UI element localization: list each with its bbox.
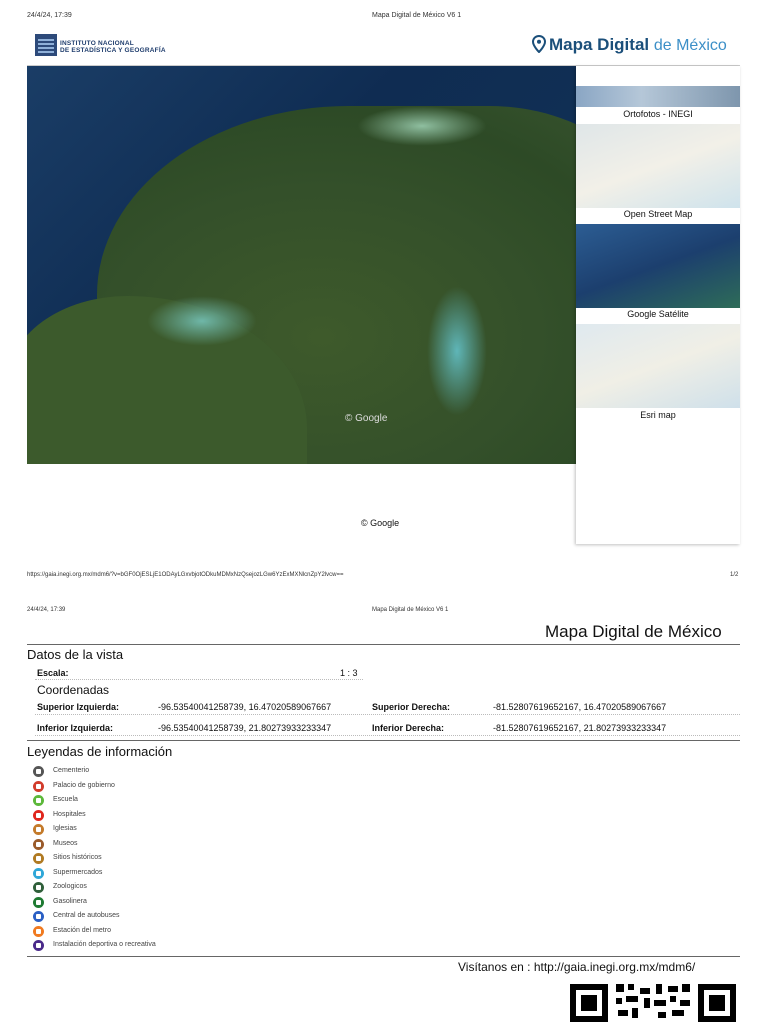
legend-label: Estación del metro xyxy=(53,926,111,934)
museum-icon xyxy=(33,838,44,850)
school-icon xyxy=(33,795,44,806)
inegi-name: INSTITUTO NACIONAL DE ESTADÍSTICA Y GEOG… xyxy=(60,40,166,54)
top-left-value: -96.53540041258739, 16.47020589067667 xyxy=(158,702,332,712)
layer-label-google-satellite[interactable]: Google Satélite xyxy=(576,309,740,319)
legend-label: Escuela xyxy=(53,796,78,803)
metro-station-icon xyxy=(33,925,44,937)
bottom-right-value: -81.52807619652167, 21.80273933233347 xyxy=(493,723,667,733)
visit-text: Visítanos en : http://gaia.inegi.org.mx/… xyxy=(458,960,696,974)
layer-thumb-ortofotos[interactable] xyxy=(576,86,740,107)
legend-heading: Leyendas de información xyxy=(27,744,173,759)
legend-label: Palacio de gobierno xyxy=(53,781,115,789)
layer-thumb-osm[interactable] xyxy=(576,124,740,208)
page-title: Mapa Digital de México xyxy=(545,622,722,641)
print-doc-title: Mapa Digital de México V6 1 xyxy=(372,12,462,19)
sports-facility-icon xyxy=(33,940,44,951)
top-right-label: Superior Derecha: xyxy=(372,702,451,712)
layer-label-ortofotos[interactable]: Ortofotos - INEGI xyxy=(576,109,740,119)
basemap-layer-panel: Ortofotos - INEGI Open Street Map Google… xyxy=(576,66,740,544)
legend-label: Iglesias xyxy=(53,825,77,832)
government-palace-icon xyxy=(33,780,44,792)
satellite-map[interactable] xyxy=(27,66,576,464)
top-right-value: -81.52807619652167, 16.47020589067667 xyxy=(493,702,667,712)
bus-station-icon xyxy=(33,911,44,922)
legend-label: Hospitales xyxy=(53,810,86,818)
google-attribution: © Google xyxy=(361,518,400,528)
brand-title-light: de México xyxy=(653,37,727,54)
view-data-heading: Datos de la vista xyxy=(27,647,124,662)
legend-label: Sitios históricos xyxy=(53,854,102,861)
inegi-name-line1: INSTITUTO NACIONAL xyxy=(60,40,134,47)
top-left-label: Superior Izquierda: xyxy=(37,702,120,712)
church-icon xyxy=(33,824,44,835)
layer-thumb-esri[interactable] xyxy=(576,324,740,408)
hospital-icon xyxy=(33,809,44,821)
coord-row-top: Superior Izquierda: -96.53540041258739, … xyxy=(35,700,740,715)
legend-label: Museos xyxy=(53,839,78,847)
layer-label-osm[interactable]: Open Street Map xyxy=(576,209,740,219)
inegi-logo-icon xyxy=(35,34,57,56)
scale-label: Escala: xyxy=(37,668,69,678)
layer-label-esri[interactable]: Esri map xyxy=(576,410,740,420)
brand-title-bold: Mapa Digital xyxy=(549,35,650,54)
bottom-right-label: Inferior Derecha: xyxy=(372,723,445,733)
legend-label: Cementerio xyxy=(53,767,90,774)
brand-title: Mapa Digital de México xyxy=(532,35,727,55)
bottom-left-label: Inferior Izquierda: xyxy=(37,723,114,733)
historic-site-icon xyxy=(33,853,44,864)
print-timestamp: 24/4/24, 17:39 xyxy=(27,12,72,19)
legend-label: Gasolinera xyxy=(53,897,87,905)
print-timestamp-p2: 24/4/24, 17:39 xyxy=(27,607,66,613)
legend-label: Central de autobuses xyxy=(53,912,120,919)
map-attribution: © Google xyxy=(345,413,388,424)
inegi-name-line2: DE ESTADÍSTICA Y GEOGRAFÍA xyxy=(60,47,166,54)
legend-label: Zoologicos xyxy=(53,883,87,890)
supermarket-icon xyxy=(33,867,44,879)
qr-code-icon xyxy=(570,984,736,1022)
layer-thumb-google-satellite[interactable] xyxy=(576,224,740,308)
gas-station-icon xyxy=(33,896,44,908)
footer-divider xyxy=(27,956,740,957)
cemetery-icon xyxy=(33,766,44,777)
scale-value: 1 : 3 xyxy=(340,668,358,678)
section-divider xyxy=(27,740,740,741)
scale-row: Escala: 1 : 3 xyxy=(35,666,363,680)
zoo-icon xyxy=(33,882,44,893)
bottom-left-value: -96.53540041258739, 21.80273933233347 xyxy=(158,723,332,733)
legend-label: Instalación deportiva o recreativa xyxy=(53,941,156,948)
coordinates-heading: Coordenadas xyxy=(37,683,110,697)
print-url: https://gaia.inegi.org.mx/mdm6/?v=bGF0Oj… xyxy=(27,572,344,578)
map-pin-icon xyxy=(532,35,546,53)
coord-row-bottom: Inferior Izquierda: -96.53540041258739, … xyxy=(35,721,740,736)
legend-label: Supermercados xyxy=(53,868,103,876)
page-number: 1/2 xyxy=(730,572,739,578)
print-doc-title-p2: Mapa Digital de México V6 1 xyxy=(372,607,449,613)
title-divider xyxy=(27,644,740,645)
